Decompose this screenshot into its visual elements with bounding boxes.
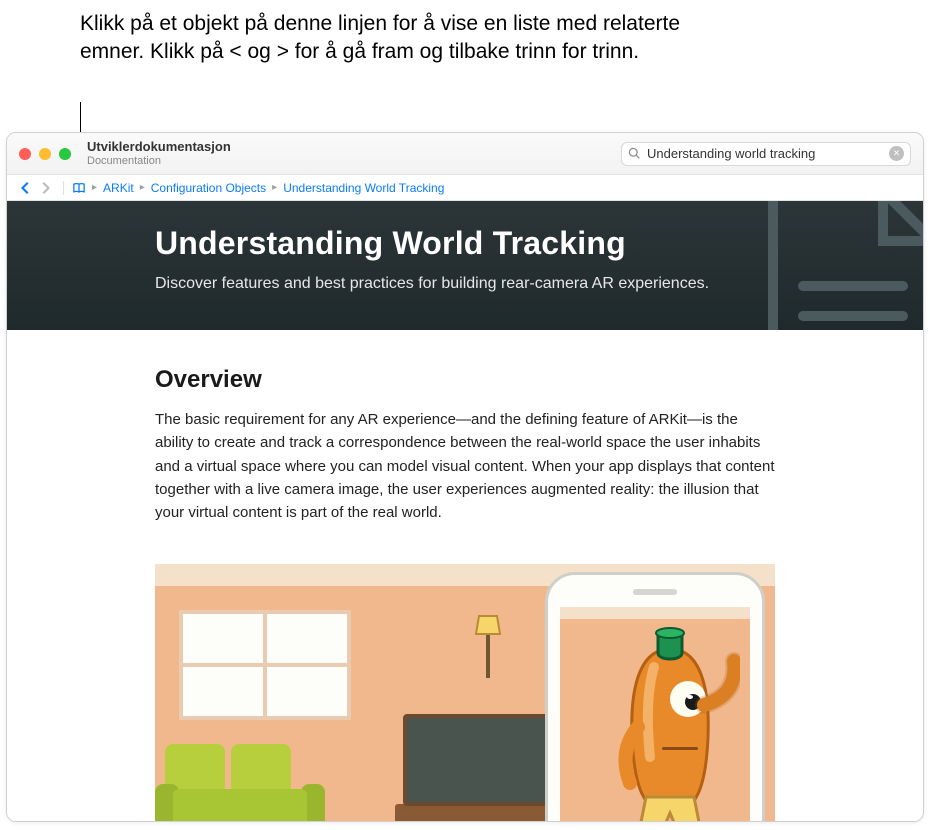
breadcrumb-separator: ▸ (270, 182, 279, 193)
breadcrumb-separator: ▸ (138, 182, 147, 193)
illustration-sofa (155, 734, 325, 821)
book-icon[interactable] (72, 181, 86, 195)
illustration-lamp (475, 608, 501, 678)
breadcrumb-item[interactable]: Configuration Objects (151, 181, 266, 195)
search-icon (628, 147, 641, 160)
breadcrumb-item[interactable]: Understanding World Tracking (283, 181, 444, 195)
documentation-window: Utviklerdokumentasjon Documentation ▸ AR… (6, 132, 924, 822)
illustration-window (179, 610, 351, 720)
search-input[interactable] (647, 146, 883, 161)
content-area[interactable]: Understanding World Tracking Discover fe… (7, 201, 923, 821)
illustration-phone-screen (560, 607, 750, 821)
overview-heading: Overview (155, 366, 775, 394)
window-title: Utviklerdokumentasjon (87, 140, 231, 154)
illustration (155, 564, 775, 821)
document-sheet-icon (753, 201, 923, 330)
article-body: Overview The basic requirement for any A… (7, 330, 923, 821)
hero-banner: Understanding World Tracking Discover fe… (7, 201, 923, 330)
chevron-right-icon (42, 182, 51, 194)
minimize-button[interactable] (39, 148, 51, 160)
illustration-character (600, 627, 740, 821)
breadcrumb-item[interactable]: ARKit (103, 181, 134, 195)
annotation-callout-text: Klikk på et objekt på denne linjen for å… (80, 10, 700, 67)
window-title-stack: Utviklerdokumentasjon Documentation (87, 140, 231, 166)
nav-divider (63, 181, 64, 195)
illustration-tv (395, 714, 565, 821)
window-traffic-lights (19, 148, 71, 160)
clear-search-button[interactable] (889, 146, 904, 161)
window-subtitle: Documentation (87, 155, 231, 167)
page-title: Understanding World Tracking (155, 225, 775, 262)
fullscreen-button[interactable] (59, 148, 71, 160)
window-titlebar: Utviklerdokumentasjon Documentation (7, 133, 923, 175)
page-subtitle: Discover features and best practices for… (155, 272, 775, 296)
breadcrumb-separator: ▸ (90, 182, 99, 193)
overview-paragraph: The basic requirement for any AR experie… (155, 408, 775, 524)
close-button[interactable] (19, 148, 31, 160)
chevron-left-icon (20, 182, 29, 194)
nav-forward-button[interactable] (37, 179, 55, 197)
nav-back-button[interactable] (15, 179, 33, 197)
search-field[interactable] (621, 142, 911, 166)
breadcrumb-bar: ▸ ARKit ▸ Configuration Objects ▸ Unders… (7, 175, 923, 201)
illustration-phone (545, 572, 765, 821)
